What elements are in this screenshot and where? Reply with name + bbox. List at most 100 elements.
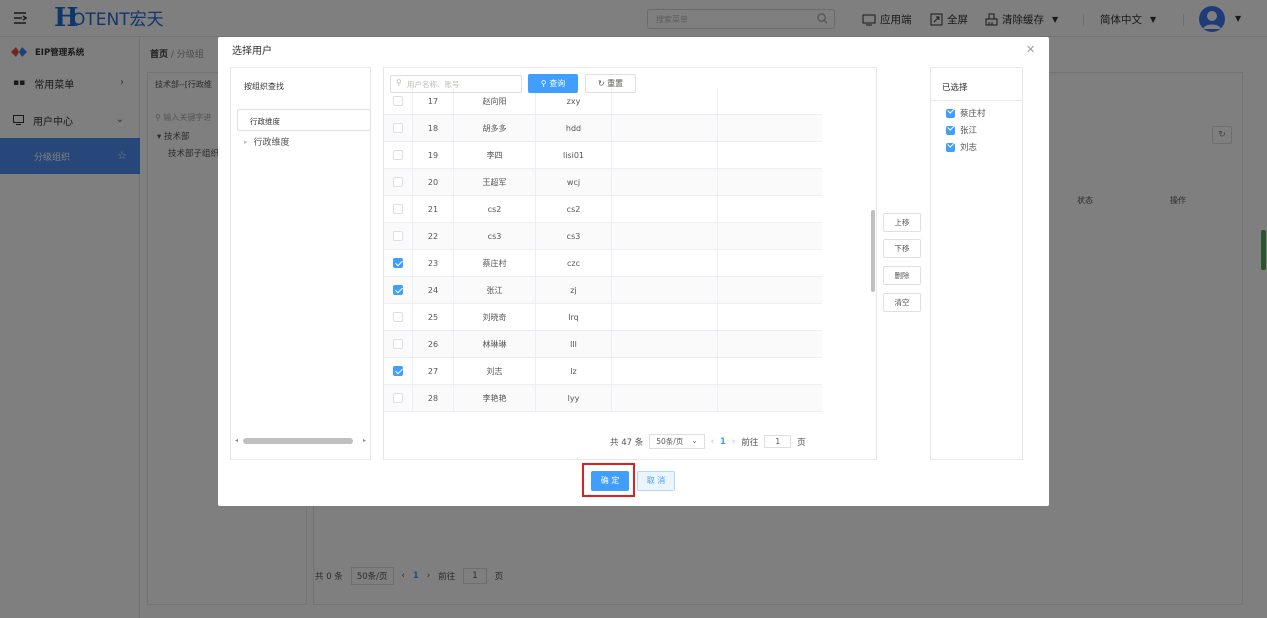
table-row[interactable]: 28 李艳艳 lyy bbox=[384, 385, 822, 412]
selected-title: 已选择 bbox=[942, 83, 968, 93]
row-index: 21 bbox=[412, 196, 454, 223]
next-page-icon[interactable]: › bbox=[732, 437, 735, 447]
vertical-scrollbar[interactable] bbox=[871, 210, 875, 292]
row-empty-cell bbox=[612, 196, 718, 223]
row-name: 林琳琳 bbox=[454, 331, 536, 358]
row-checkbox[interactable] bbox=[393, 366, 403, 376]
row-empty-cell bbox=[718, 331, 822, 358]
checkbox[interactable] bbox=[946, 108, 955, 118]
row-empty-cell bbox=[612, 331, 718, 358]
dimension-select[interactable]: 行政维度 bbox=[237, 109, 371, 131]
row-name: 李四 bbox=[454, 142, 536, 169]
row-index: 28 bbox=[412, 385, 454, 412]
row-checkbox[interactable] bbox=[393, 177, 403, 187]
reset-button[interactable]: ↻ 重置 bbox=[585, 74, 636, 93]
checkbox[interactable] bbox=[946, 125, 955, 135]
page-unit: 页 bbox=[797, 437, 806, 448]
table-row[interactable]: 24 张江 zj bbox=[384, 277, 822, 304]
row-empty-cell bbox=[718, 304, 822, 331]
row-account: wcj bbox=[536, 169, 612, 196]
table-row[interactable]: 21 cs2 cs2 bbox=[384, 196, 822, 223]
row-checkbox[interactable] bbox=[393, 96, 403, 106]
prev-page-icon[interactable]: ‹ bbox=[711, 437, 714, 447]
goto-input[interactable]: 1 bbox=[764, 435, 792, 448]
row-checkbox[interactable] bbox=[393, 339, 403, 349]
page-size-select[interactable]: 50条/页 ⌄ bbox=[649, 434, 705, 449]
row-empty-cell bbox=[718, 250, 822, 277]
row-empty-cell bbox=[612, 142, 718, 169]
checkbox[interactable] bbox=[946, 142, 955, 152]
row-account: zj bbox=[536, 277, 612, 304]
row-empty-cell bbox=[612, 223, 718, 250]
row-empty-cell bbox=[718, 277, 822, 304]
table-row[interactable]: 22 cs3 cs3 bbox=[384, 223, 822, 250]
horizontal-scrollbar[interactable]: ◂ ▸ bbox=[231, 436, 370, 446]
row-name: cs2 bbox=[454, 196, 536, 223]
row-index: 25 bbox=[412, 304, 454, 331]
tree-node-label: 行政维度 bbox=[253, 138, 290, 148]
row-checkbox[interactable] bbox=[393, 123, 403, 133]
row-empty-cell bbox=[612, 277, 718, 304]
row-empty-cell bbox=[612, 358, 718, 385]
row-empty-cell bbox=[612, 115, 718, 142]
row-empty-cell bbox=[718, 358, 822, 385]
query-button[interactable]: ⚲ 查询 bbox=[528, 74, 578, 93]
row-empty-cell bbox=[718, 223, 822, 250]
table-row[interactable]: 20 王超军 wcj bbox=[384, 169, 822, 196]
cancel-button[interactable]: 取 消 bbox=[637, 471, 675, 491]
move-down-button[interactable]: 下移 bbox=[883, 239, 921, 258]
row-account: lz bbox=[536, 358, 612, 385]
row-checkbox[interactable] bbox=[393, 150, 403, 160]
row-checkbox[interactable] bbox=[393, 393, 403, 403]
selected-item[interactable]: 张江 bbox=[946, 124, 977, 136]
table-row[interactable]: 19 李四 lisi01 bbox=[384, 142, 822, 169]
move-up-button[interactable]: 上移 bbox=[883, 213, 921, 232]
row-account: cs3 bbox=[536, 223, 612, 250]
caret-right-icon[interactable]: ▸ bbox=[244, 138, 248, 146]
row-name: 刘志 bbox=[454, 358, 536, 385]
page-number[interactable]: 1 bbox=[720, 437, 726, 447]
confirm-button[interactable]: 确 定 bbox=[591, 471, 629, 491]
selected-item[interactable]: 蔡庄村 bbox=[946, 107, 986, 119]
table-row[interactable]: 26 林琳琳 lll bbox=[384, 331, 822, 358]
search-icon: ⚲ bbox=[396, 78, 402, 87]
row-index: 23 bbox=[412, 250, 454, 277]
row-empty-cell bbox=[718, 115, 822, 142]
row-empty-cell bbox=[718, 169, 822, 196]
clear-button[interactable]: 清空 bbox=[883, 293, 921, 312]
row-account: cs2 bbox=[536, 196, 612, 223]
row-checkbox[interactable] bbox=[393, 285, 403, 295]
user-search-placeholder: 用户名称、账号 bbox=[407, 80, 460, 89]
table-row[interactable]: 25 刘晓奇 lrq bbox=[384, 304, 822, 331]
row-name: 张江 bbox=[454, 277, 536, 304]
dialog-title: 选择用户 bbox=[232, 46, 272, 57]
user-search-input[interactable]: ⚲ 用户名称、账号 bbox=[390, 75, 522, 93]
row-name: 李艳艳 bbox=[454, 385, 536, 412]
row-account: lisi01 bbox=[536, 142, 612, 169]
delete-button[interactable]: 删除 bbox=[883, 266, 921, 285]
user-table: 17 赵向阳 zxy 18 胡多多 hdd 19 李四 lisi01 20 王超军 wcj 21 cs2 c… bbox=[384, 88, 824, 422]
row-name: 刘晓奇 bbox=[454, 304, 536, 331]
table-row[interactable]: 23 蔡庄村 czc bbox=[384, 250, 822, 277]
close-icon[interactable]: ✕ bbox=[1026, 43, 1035, 56]
pager-total: 共 47 条 bbox=[610, 437, 644, 448]
row-account: lrq bbox=[536, 304, 612, 331]
row-checkbox[interactable] bbox=[393, 204, 403, 214]
row-empty-cell bbox=[718, 385, 822, 412]
table-row[interactable]: 27 刘志 lz bbox=[384, 358, 822, 385]
row-empty-cell bbox=[718, 142, 822, 169]
table-row[interactable]: 18 胡多多 hdd bbox=[384, 115, 822, 142]
row-checkbox[interactable] bbox=[393, 258, 403, 268]
row-index: 24 bbox=[412, 277, 454, 304]
row-empty-cell bbox=[612, 250, 718, 277]
row-checkbox[interactable] bbox=[393, 231, 403, 241]
selected-item[interactable]: 刘志 bbox=[946, 141, 977, 153]
row-account: lll bbox=[536, 331, 612, 358]
row-checkbox[interactable] bbox=[393, 312, 403, 322]
row-account: lyy bbox=[536, 385, 612, 412]
row-index: 18 bbox=[412, 115, 454, 142]
row-name: cs3 bbox=[454, 223, 536, 250]
tree-node-dimension[interactable]: ▸ 行政维度 bbox=[244, 135, 290, 149]
user-pagination: 共 47 条 50条/页 ⌄ ‹ 1 › 前往 1 页 bbox=[610, 434, 806, 449]
dimension-select-value: 行政维度 bbox=[250, 117, 280, 126]
